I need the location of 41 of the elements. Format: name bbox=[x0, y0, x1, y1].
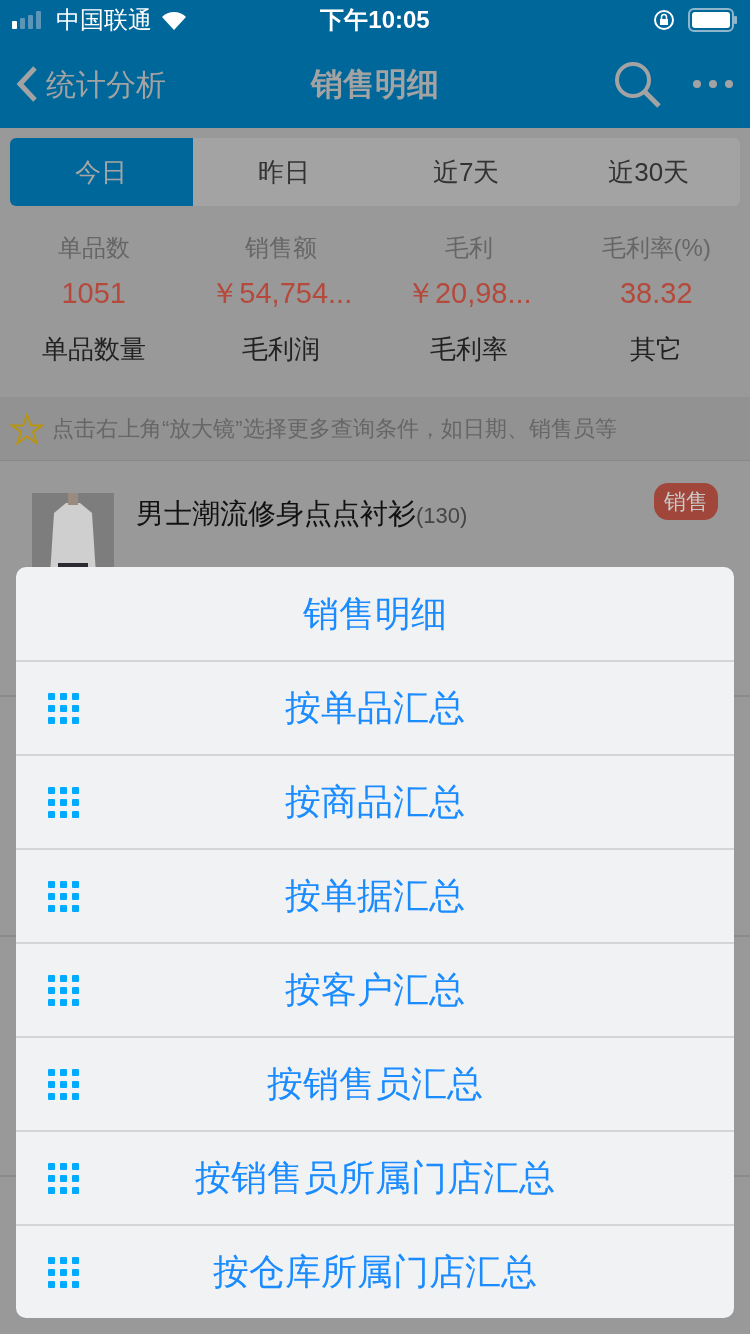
sort-option[interactable]: 单品数量 bbox=[41, 330, 146, 369]
stat-value: ￥20,98... bbox=[405, 276, 532, 311]
grid-icon bbox=[48, 1163, 79, 1194]
stat-value: 1051 bbox=[61, 276, 126, 311]
product-count: (130) bbox=[416, 502, 468, 530]
rotation-lock-icon bbox=[652, 8, 676, 32]
date-tab[interactable]: 今日 bbox=[10, 138, 193, 206]
sheet-option[interactable]: 按销售员汇总 bbox=[16, 1036, 734, 1130]
grid-icon bbox=[48, 693, 79, 724]
back-button[interactable]: 统计分析 bbox=[16, 61, 166, 107]
date-tab[interactable]: 近7天 bbox=[375, 138, 558, 206]
sheet-option[interactable]: 按单品汇总 bbox=[16, 660, 734, 754]
sheet-option[interactable]: 按仓库所属门店汇总 bbox=[16, 1224, 734, 1318]
page-title: 销售明细 bbox=[311, 65, 439, 104]
sale-tag: 销售 bbox=[654, 483, 718, 520]
status-time: 下午10:05 bbox=[320, 5, 430, 35]
grid-icon bbox=[48, 881, 79, 912]
wifi-icon bbox=[160, 10, 188, 30]
stat-value: 38.32 bbox=[619, 276, 693, 311]
search-icon[interactable] bbox=[612, 59, 662, 109]
stat-value: ￥54,754... bbox=[210, 276, 353, 311]
sort-option[interactable]: 其它 bbox=[630, 330, 683, 369]
more-icon[interactable] bbox=[692, 79, 734, 89]
sheet-option[interactable]: 按客户汇总 bbox=[16, 942, 734, 1036]
sort-option[interactable]: 毛利润 bbox=[242, 330, 321, 369]
battery-icon bbox=[688, 8, 738, 32]
sort-option[interactable]: 毛利率 bbox=[429, 330, 508, 369]
grid-icon bbox=[48, 1069, 79, 1100]
grid-icon bbox=[48, 975, 79, 1006]
carrier-name: 中国联通 bbox=[56, 5, 152, 35]
date-tab[interactable]: 近30天 bbox=[557, 138, 740, 206]
sheet-option[interactable]: 按商品汇总 bbox=[16, 754, 734, 848]
grid-icon bbox=[48, 787, 79, 818]
back-chevron-icon bbox=[16, 65, 38, 103]
grid-icon bbox=[48, 1257, 79, 1288]
sheet-option[interactable]: 按销售员所属门店汇总 bbox=[16, 1130, 734, 1224]
sheet-option[interactable]: 按单据汇总 bbox=[16, 848, 734, 942]
star-icon bbox=[10, 412, 44, 445]
date-tab[interactable]: 昨日 bbox=[192, 138, 375, 206]
product-name: 男士潮流修身点点衬衫 bbox=[136, 497, 416, 531]
sheet-title: 销售明细 bbox=[303, 591, 447, 636]
